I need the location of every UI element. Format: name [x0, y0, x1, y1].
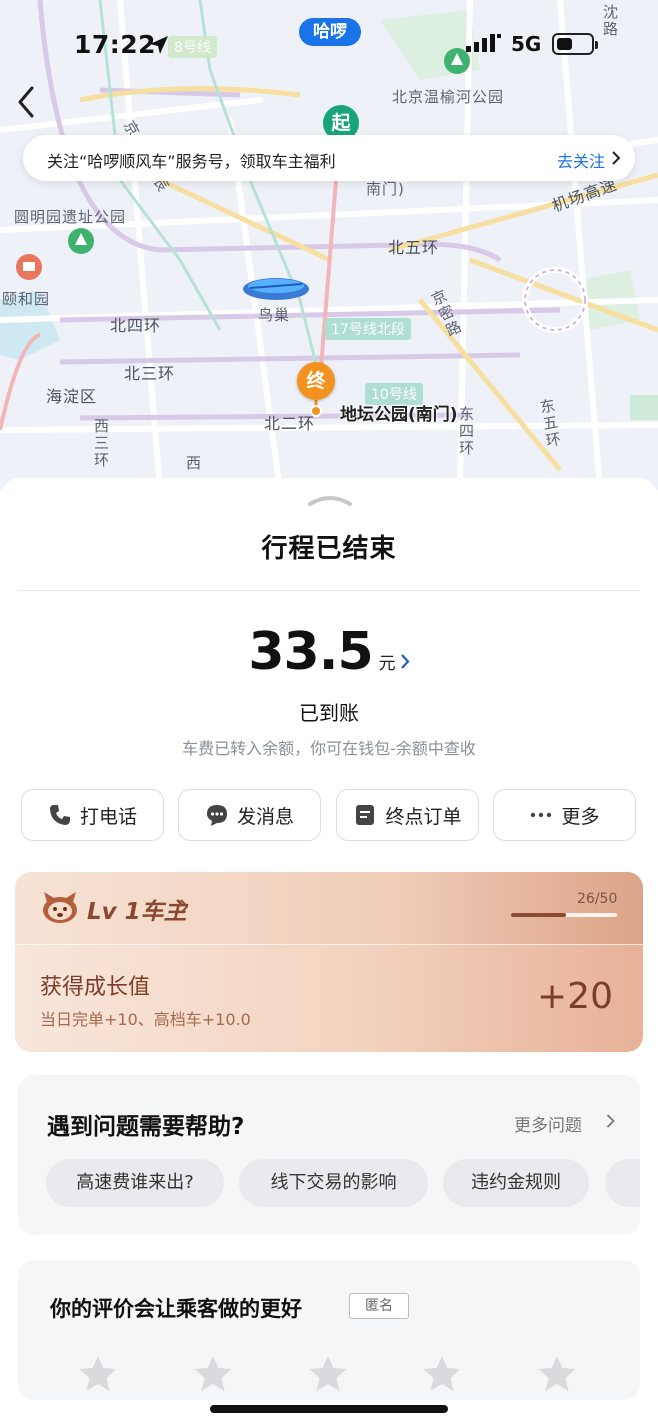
follow-button[interactable]: 去关注: [557, 148, 605, 172]
help-title: 遇到问题需要帮助?: [47, 1114, 245, 1140]
more-icon: [531, 812, 552, 818]
end-pin[interactable]: 终: [297, 362, 335, 400]
level-progress-fill: [511, 913, 567, 917]
network-type: 5G: [511, 32, 542, 56]
end-order-button[interactable]: 终点订单: [336, 789, 479, 841]
sheet-handle-icon[interactable]: [308, 492, 352, 508]
end-location-dot: [310, 405, 322, 417]
growth-value: +20: [537, 976, 613, 1017]
help-chip[interactable]: 线下交易的影响: [239, 1159, 428, 1207]
help-chip-overflow[interactable]: [605, 1159, 640, 1207]
call-button-label: 打电话: [79, 805, 137, 828]
message-button-label: 发消息: [236, 805, 294, 828]
map-label-east4: 东四环: [457, 406, 475, 457]
map-label-shun: 沈路: [601, 4, 619, 38]
status-time: 17:22: [74, 30, 157, 59]
rating-star-icon[interactable]: [422, 1355, 462, 1393]
chevron-right-icon: [400, 654, 410, 669]
help-chip[interactable]: 违约金规则: [443, 1159, 589, 1207]
end-location-label: 地坛公园(南门): [340, 405, 458, 425]
location-arrow-icon: [150, 36, 168, 54]
end-order-button-label: 终点订单: [385, 805, 462, 828]
map-label-xi: 西: [186, 454, 203, 472]
rating-star-icon[interactable]: [78, 1355, 118, 1393]
level-progress-bar: [511, 913, 617, 917]
chevron-right-icon: [612, 151, 621, 165]
order-icon: [356, 805, 375, 825]
level-card[interactable]: Lv 1车主 26/50 获得成长值 当日完单+10、高档车+10.0 +20: [15, 872, 643, 1052]
back-arrow-icon[interactable]: [12, 82, 44, 122]
help-card: 遇到问题需要帮助? 更多问题 高速费谁来出? 线下交易的影响 违约金规则: [18, 1075, 640, 1235]
chevron-right-icon: [606, 1114, 615, 1128]
map-label-north5: 北五环: [388, 238, 440, 257]
rating-star-icon[interactable]: [308, 1355, 348, 1393]
map-label-yiheyuan: 颐和园: [2, 290, 51, 308]
follow-banner-text: 关注“哈啰顺风车”服务号，领取车主福利: [47, 152, 336, 171]
more-button-label: 更多: [561, 805, 600, 828]
growth-detail: 当日完单+10、高档车+10.0: [40, 1010, 251, 1029]
level-progress-text: 26/50: [577, 891, 618, 907]
map-label-south-gate: 南门): [366, 180, 405, 198]
level-name: Lv 1车主: [87, 899, 187, 925]
more-button[interactable]: 更多: [493, 789, 636, 841]
chevron-right-icon: [180, 899, 189, 914]
map-label-park: 北京温榆河公园: [392, 88, 505, 106]
rating-star-icon[interactable]: [537, 1355, 577, 1393]
fare-amount: 33.5: [248, 622, 373, 682]
fare-amount-row[interactable]: 33.5 元: [0, 622, 658, 682]
map-view[interactable]: 北京温榆河公园 南门) 圆明园遗址公园 北五环 机场高速 颐和园 鸟巢 17号线…: [0, 0, 658, 490]
fare-note: 车费已转入余额，你可在钱包-余额中查收: [182, 739, 476, 758]
battery-icon: [552, 33, 598, 55]
action-row: 打电话 发消息 终点订单 更多: [21, 789, 637, 841]
map-label-yuanmingyuan: 圆明园遗址公园: [14, 208, 127, 226]
map-label-line8: 8号线: [168, 36, 217, 58]
map-label-north4: 北四环: [110, 316, 162, 335]
rating-star-icon[interactable]: [193, 1355, 233, 1393]
trip-title: 行程已结束: [261, 534, 397, 564]
map-label-north2: 北二环: [264, 414, 316, 433]
rating-title: 你的评价会让乘客做的更好: [50, 1297, 302, 1321]
divider: [18, 590, 640, 591]
signal-icon: [466, 34, 501, 52]
message-button[interactable]: 发消息: [178, 789, 321, 841]
map-label-niaochao: 鸟巢: [258, 306, 291, 324]
level-card-divider: [15, 944, 643, 945]
growth-title: 获得成长值: [40, 975, 151, 1000]
home-indicator[interactable]: [210, 1405, 448, 1413]
map-label-west3: 西三环: [92, 418, 110, 469]
follow-banner[interactable]: 关注“哈啰顺风车”服务号，领取车主福利 去关注: [23, 135, 635, 181]
fare-status: 已到账: [299, 701, 359, 725]
more-questions-link[interactable]: 更多问题: [514, 1111, 582, 1136]
map-label-line17: 17号线北段: [325, 318, 411, 340]
anonymous-badge: 匿名: [349, 1293, 409, 1319]
message-icon: [206, 805, 227, 826]
fare-unit: 元: [378, 654, 396, 674]
driver-mascot-icon: [43, 892, 77, 923]
map-label-north3: 北三环: [124, 364, 176, 383]
phone-icon: [49, 805, 70, 825]
carrier-app-pill[interactable]: 哈啰: [299, 18, 361, 46]
map-label-haidian: 海淀区: [46, 387, 98, 406]
help-chip[interactable]: 高速费谁来出?: [46, 1159, 224, 1207]
call-button[interactable]: 打电话: [21, 789, 164, 841]
